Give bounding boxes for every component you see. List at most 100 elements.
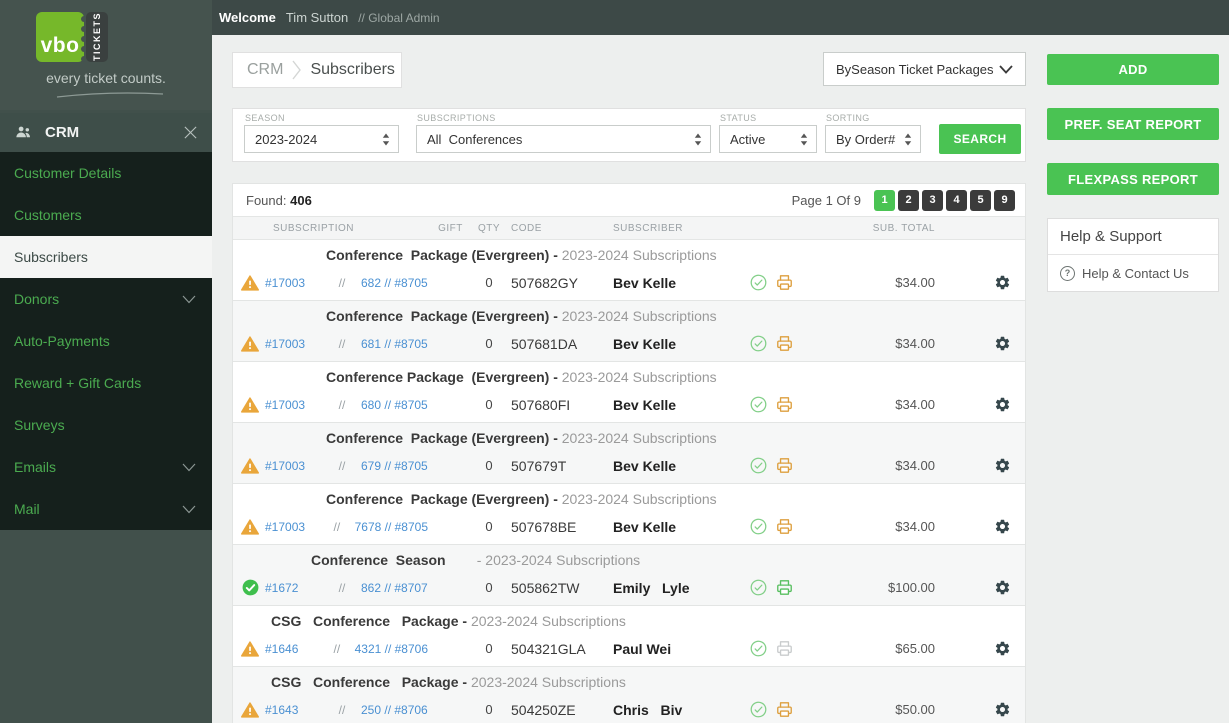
print-button[interactable] (775, 273, 794, 292)
printer-icon[interactable] (775, 578, 794, 597)
gear-icon[interactable] (994, 335, 1011, 352)
page-button-9[interactable]: 9 (994, 190, 1015, 211)
row-status-icon (241, 335, 265, 353)
subscription-link[interactable]: 680 // #8705 (361, 398, 428, 412)
printer-icon[interactable] (775, 273, 794, 292)
printer-icon[interactable] (775, 395, 794, 414)
sidebar-item-emails[interactable]: Emails (0, 446, 212, 488)
subscription-link[interactable]: 679 // #8705 (361, 459, 428, 473)
print-button[interactable] (775, 456, 794, 475)
print-button[interactable] (775, 578, 794, 597)
subscription-title-season: 2023-2024 Subscriptions (562, 308, 717, 324)
row-action-icons (743, 578, 811, 597)
sidebar-item-label: Emails (14, 459, 182, 475)
vbo-logo: vbo TICKETS (36, 12, 108, 62)
print-button[interactable] (775, 334, 794, 353)
printer-icon[interactable] (775, 517, 794, 536)
gear-icon[interactable] (994, 457, 1011, 474)
sidebar-item-label: Mail (14, 501, 182, 517)
flexpass-report-button[interactable]: FLEXPASS REPORT (1047, 163, 1219, 195)
print-button[interactable] (775, 700, 794, 719)
sorting-select[interactable]: By Order# (825, 125, 921, 153)
breadcrumb-root[interactable]: CRM (247, 61, 283, 79)
sidebar-item-subscribers[interactable]: Subscribers (0, 236, 212, 278)
subscription-link[interactable]: 4321 // #8706 (355, 642, 428, 656)
print-button[interactable] (775, 639, 794, 658)
row-settings-button[interactable] (979, 701, 1025, 718)
user-name[interactable]: Tim Sutton (286, 10, 348, 25)
page-button-5[interactable]: 5 (970, 190, 991, 211)
row-status-icon (241, 578, 265, 597)
sidebar-item-mail[interactable]: Mail (0, 488, 212, 530)
order-link[interactable]: #17003 (265, 459, 323, 473)
view-type-select[interactable]: BySeason Ticket Packages (823, 52, 1026, 86)
row-status-icon (241, 640, 265, 658)
gear-icon[interactable] (994, 579, 1011, 596)
sidebar-item-donors[interactable]: Donors (0, 278, 212, 320)
print-button[interactable] (775, 395, 794, 414)
order-link[interactable]: #1646 (265, 642, 319, 656)
row-settings-button[interactable] (979, 335, 1025, 352)
subscription-title-season: 2023-2024 Subscriptions (471, 674, 626, 690)
page-button-2[interactable]: 2 (898, 190, 919, 211)
qty-cell: 0 (473, 336, 505, 351)
row-ids: #17003//679 // #8705 (265, 459, 428, 473)
welcome-label: Welcome (219, 10, 276, 25)
row-settings-button[interactable] (979, 518, 1025, 535)
subscription-link[interactable]: 7678 // #8705 (355, 520, 428, 534)
page-button-1[interactable]: 1 (874, 190, 895, 211)
page-button-4[interactable]: 4 (946, 190, 967, 211)
gear-icon[interactable] (994, 640, 1011, 657)
help-contact-link[interactable]: ? Help & Contact Us (1048, 255, 1218, 291)
status-select[interactable]: Active (719, 125, 817, 153)
warning-triangle-icon (241, 335, 259, 353)
check-circle-outline-icon (749, 700, 768, 719)
subscription-link[interactable]: 250 // #8706 (361, 703, 428, 717)
qty-cell: 0 (473, 397, 505, 412)
row-action-icons (743, 395, 811, 414)
breadcrumb: CRM Subscribers (232, 52, 402, 88)
row-settings-button[interactable] (979, 457, 1025, 474)
page-button-3[interactable]: 3 (922, 190, 943, 211)
close-icon[interactable] (183, 125, 198, 140)
printer-icon[interactable] (775, 456, 794, 475)
order-link[interactable]: #17003 (265, 276, 323, 290)
gear-icon[interactable] (994, 396, 1011, 413)
gear-icon[interactable] (994, 701, 1011, 718)
sidebar-item-customers[interactable]: Customers (0, 194, 212, 236)
subscription-row: Conference Season - 2023-2024 Subscripti… (233, 545, 1025, 606)
sidebar-item-customer-details[interactable]: Customer Details (0, 152, 212, 194)
row-settings-button[interactable] (979, 640, 1025, 657)
add-button[interactable]: ADD (1047, 54, 1219, 85)
subscription-link[interactable]: 682 // #8705 (361, 276, 428, 290)
qty-cell: 0 (473, 275, 505, 290)
code-cell: 507682GY (505, 275, 613, 291)
row-settings-button[interactable] (979, 274, 1025, 291)
season-select[interactable]: 2023-2024 (244, 125, 399, 153)
subscription-link[interactable]: 681 // #8705 (361, 337, 428, 351)
order-link[interactable]: #17003 (265, 398, 323, 412)
gear-icon[interactable] (994, 274, 1011, 291)
row-settings-button[interactable] (979, 579, 1025, 596)
search-button[interactable]: SEARCH (939, 124, 1021, 154)
row-ids: #1643//250 // #8706 (265, 703, 428, 717)
order-link[interactable]: #1643 (265, 703, 323, 717)
order-link[interactable]: #17003 (265, 520, 319, 534)
printer-icon[interactable] (775, 334, 794, 353)
sidebar-item-reward-gift-cards[interactable]: Reward + Gift Cards (0, 362, 212, 404)
crm-menu-title: CRM (45, 124, 183, 141)
subscription-link[interactable]: 862 // #8707 (361, 581, 428, 595)
print-button[interactable] (775, 517, 794, 536)
sidebar-item-surveys[interactable]: Surveys (0, 404, 212, 446)
sub-total: $34.00 (811, 336, 979, 351)
gear-icon[interactable] (994, 518, 1011, 535)
printer-icon[interactable] (775, 700, 794, 719)
order-link[interactable]: #17003 (265, 337, 323, 351)
subscriptions-select[interactable]: All Conferences (416, 125, 711, 153)
printer-icon[interactable] (775, 639, 794, 658)
pref-seat-report-button[interactable]: PREF. SEAT REPORT (1047, 108, 1219, 140)
row-settings-button[interactable] (979, 396, 1025, 413)
order-link[interactable]: #1672 (265, 581, 323, 595)
sidebar-item-auto-payments[interactable]: Auto-Payments (0, 320, 212, 362)
row-status-icon (241, 274, 265, 292)
